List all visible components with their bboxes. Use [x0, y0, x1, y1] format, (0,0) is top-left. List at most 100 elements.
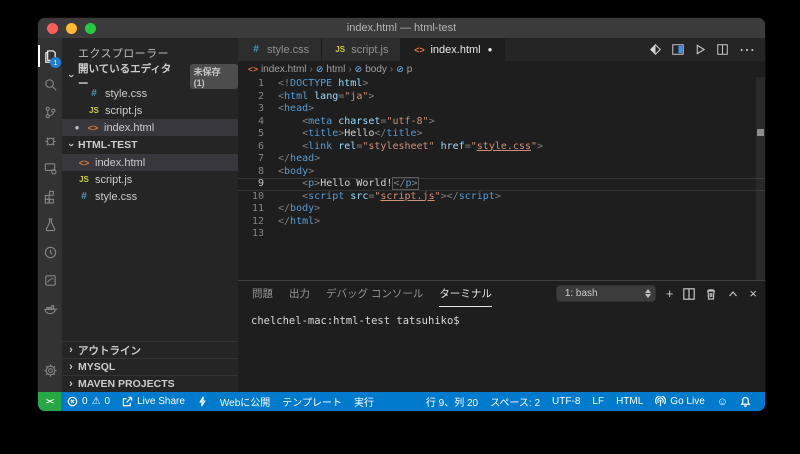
format-icon[interactable]: [650, 44, 661, 55]
tab-problems[interactable]: 問題: [252, 281, 273, 307]
encoding-status[interactable]: UTF-8: [546, 392, 586, 411]
outline-section[interactable]: › アウトライン: [62, 341, 238, 358]
tab-style-css[interactable]: # style.css: [238, 38, 322, 61]
terminal-output[interactable]: chelchel-mac:html-test tatsuhiko$: [238, 307, 765, 392]
section-label: MAVEN PROJECTS: [78, 378, 175, 390]
language-mode-status[interactable]: HTML: [610, 392, 649, 411]
open-editors-header[interactable]: › 開いているエディター 未保存 (1): [62, 67, 238, 85]
editor-scrollbar[interactable]: [756, 77, 765, 280]
html-file-icon: <>: [87, 123, 99, 133]
mysql-section[interactable]: › MYSQL: [62, 358, 238, 375]
tree-item-selected[interactable]: <> index.html: [62, 154, 238, 171]
tab-label: index.html: [430, 44, 480, 56]
run-status[interactable]: 実行: [348, 392, 380, 411]
code-line[interactable]: 12</html>: [238, 216, 765, 229]
shell-selector[interactable]: 1: bash: [556, 285, 656, 302]
lightning-icon: [197, 396, 208, 407]
terminal-prompt: chelchel-mac:html-test tatsuhiko$: [251, 315, 460, 327]
tree-item[interactable]: JS script.js: [62, 171, 238, 188]
debug-icon[interactable]: [38, 126, 62, 154]
traffic-lights: [47, 23, 96, 34]
live-share-icon[interactable]: [38, 154, 62, 182]
tree-item[interactable]: # style.css: [62, 188, 238, 205]
maximize-panel-chevron-icon[interactable]: [727, 288, 739, 300]
dirty-dot-icon[interactable]: ●: [488, 45, 493, 54]
shell-selector-value: 1: bash: [565, 288, 598, 299]
code-line[interactable]: 2<html lang="ja">: [238, 91, 765, 104]
breadcrumb-item-p[interactable]: p: [407, 64, 413, 75]
publish-web-status[interactable]: Webに公開: [214, 392, 276, 411]
code-editor[interactable]: 1<!DOCTYPE html>2<html lang="ja">3<head>…: [238, 77, 765, 280]
tab-output[interactable]: 出力: [289, 281, 310, 307]
remote-indicator[interactable]: ><: [38, 392, 61, 411]
maximize-window-button[interactable]: [85, 23, 96, 34]
tab-script-js[interactable]: JS script.js: [322, 38, 401, 61]
modified-dot-icon[interactable]: ●: [72, 123, 82, 132]
run-icon[interactable]: [695, 44, 706, 55]
window-title: index.html — html-test: [38, 22, 765, 34]
title-bar[interactable]: index.html — html-test: [38, 18, 765, 38]
eol-status[interactable]: LF: [586, 392, 610, 411]
extensions-icon[interactable]: [38, 182, 62, 210]
tab-index-html[interactable]: <> index.html ●: [401, 38, 505, 61]
indentation-status[interactable]: スペース: 2: [484, 392, 546, 411]
split-terminal-icon[interactable]: [683, 288, 695, 300]
code-text: </head>: [264, 153, 320, 166]
maven-projects-section[interactable]: › MAVEN PROJECTS: [62, 375, 238, 392]
go-live-status[interactable]: Go Live: [649, 392, 710, 411]
kill-terminal-trash-icon[interactable]: [705, 288, 717, 300]
test-beaker-icon[interactable]: [38, 210, 62, 238]
notebook-icon[interactable]: [38, 266, 62, 294]
breadcrumb-separator: ›: [348, 64, 351, 75]
code-line[interactable]: 13: [238, 228, 765, 241]
close-window-button[interactable]: [47, 23, 58, 34]
template-status[interactable]: テンプレート: [276, 392, 348, 411]
workspace-header[interactable]: › HTML-TEST: [62, 136, 238, 154]
docker-whale-icon[interactable]: [38, 294, 62, 322]
open-preview-icon[interactable]: [672, 44, 684, 55]
clock-icon[interactable]: [38, 238, 62, 266]
close-panel-icon[interactable]: ×: [749, 286, 757, 301]
open-editor-item-active[interactable]: ● <> index.html: [62, 119, 238, 136]
tab-terminal[interactable]: ターミナル: [439, 281, 492, 307]
code-line[interactable]: 6 <link rel="stylesheet" href="style.css…: [238, 141, 765, 154]
explorer-icon[interactable]: 1: [38, 42, 62, 70]
live-share-status[interactable]: Live Share: [116, 392, 191, 411]
breadcrumb-item-html[interactable]: html: [326, 64, 345, 75]
code-line[interactable]: 4 <meta charset="utf-8">: [238, 116, 765, 129]
symbol-icon: ⊘: [396, 64, 404, 75]
line-number: 7: [238, 153, 264, 166]
code-line[interactable]: 7</head>: [238, 153, 765, 166]
split-editor-icon[interactable]: [717, 44, 728, 55]
js-file-icon: JS: [334, 45, 346, 54]
code-line[interactable]: 1<!DOCTYPE html>: [238, 78, 765, 91]
code-line[interactable]: 3<head>: [238, 103, 765, 116]
notifications-bell-icon[interactable]: [734, 392, 757, 411]
tab-debug-console[interactable]: デバッグ コンソール: [326, 281, 423, 307]
code-line[interactable]: 11</body>: [238, 203, 765, 216]
open-editor-item[interactable]: JS script.js: [62, 102, 238, 119]
line-number: 5: [238, 128, 264, 141]
code-line[interactable]: 9 <p>Hello World!</p>: [238, 178, 765, 191]
search-icon[interactable]: [38, 70, 62, 98]
problems-status[interactable]: 0 ⚠ 0: [61, 392, 116, 411]
error-icon: [67, 396, 78, 407]
scroll-cursor-marker: [757, 129, 764, 136]
more-actions-icon[interactable]: ⋯: [739, 40, 755, 60]
file-name: style.css: [95, 191, 137, 203]
open-editor-item[interactable]: # style.css: [62, 85, 238, 102]
settings-gear-icon[interactable]: [38, 356, 62, 384]
minimize-window-button[interactable]: [66, 23, 77, 34]
line-number: 9: [238, 178, 264, 191]
code-text: [264, 228, 278, 241]
code-line[interactable]: 8<body>: [238, 166, 765, 179]
code-line[interactable]: 10 <script src="script.js"></script>: [238, 191, 765, 204]
breadcrumb-item-body[interactable]: body: [365, 64, 387, 75]
cursor-position-status[interactable]: 行 9、列 20: [420, 392, 484, 411]
breadcrumb-item-file[interactable]: index.html: [261, 64, 307, 75]
deploy-status[interactable]: [191, 392, 214, 411]
source-control-icon[interactable]: [38, 98, 62, 126]
code-line[interactable]: 5 <title>Hello</title>: [238, 128, 765, 141]
feedback-smiley-icon[interactable]: ☺: [711, 392, 734, 411]
new-terminal-icon[interactable]: +: [666, 286, 674, 301]
